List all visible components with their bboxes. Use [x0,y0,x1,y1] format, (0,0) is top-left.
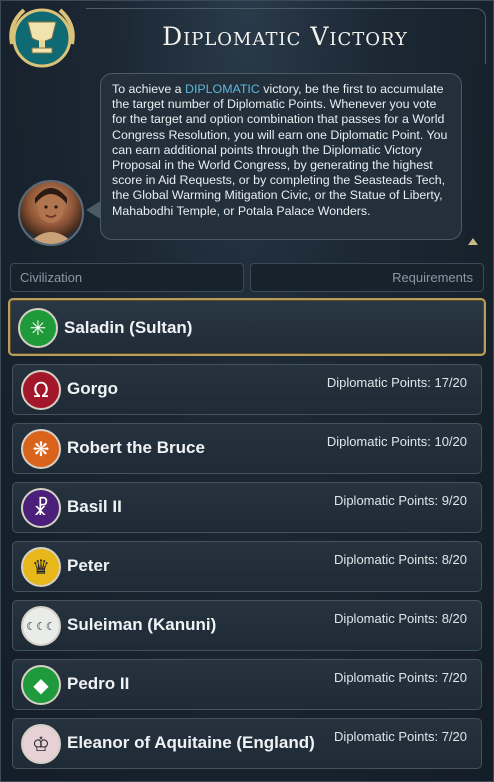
three-crescents-icon: ☾☾☾ [21,606,61,646]
leader-name: Robert the Bruce [67,438,205,457]
diplomatic-points: Diplomatic Points: 7/20 [334,729,467,744]
leader-name: Suleiman (Kanuni) [67,615,217,634]
description-text-rest: victory, be the first to accumulate the … [112,82,448,218]
double-eagle-icon: ♛ [21,547,61,587]
diplomatic-points: Diplomatic Points: 7/20 [334,670,467,685]
civilization-row[interactable]: ◆ Pedro II Diplomatic Points: 7/20 [12,659,482,710]
chi-rho-icon: ☧ [21,488,61,528]
column-header-requirements[interactable]: Requirements [250,263,484,292]
scroll-up-arrow-icon[interactable] [468,238,478,245]
brazil-flag-icon: ◆ [21,665,61,705]
leader-name: Eleanor of Aquitaine (England) [67,733,315,752]
civilization-row[interactable]: ♛ Peter Diplomatic Points: 8/20 [12,541,482,592]
leader-name: Saladin (Sultan) [64,318,193,337]
diplomatic-points: Diplomatic Points: 10/20 [326,434,467,449]
leader-name: Peter [67,556,110,575]
diplomatic-points: Diplomatic Points: 8/20 [334,552,467,567]
civilization-row[interactable]: ☧ Basil II Diplomatic Points: 9/20 [12,482,482,533]
laurel-trophy-icon [4,4,80,70]
leader-name: Pedro II [67,674,130,693]
leader-name: Gorgo [67,379,118,398]
civilization-row-leading[interactable]: ✳ Saladin (Sultan) [8,298,486,356]
civilization-row[interactable]: ♔ Eleanor of Aquitaine (England) Diplomati… [12,718,482,769]
diplomatic-points: Diplomatic Points: 9/20 [334,493,467,508]
description-text: To achieve a [112,82,186,96]
palm-tree-icon: ✳ [18,308,58,348]
civilization-row[interactable]: ☾☾☾ Suleiman (Kanuni) Diplomatic Points: 8… [12,600,482,651]
saltire-icon: ❋ [21,429,61,469]
leader-portrait [18,180,84,246]
civilization-row[interactable]: Ω Gorgo Diplomatic Points: 17/20 [12,364,482,415]
lambda-shield-icon: Ω [21,370,61,410]
victory-description: To achieve a DIPLOMATIC victory, be the … [100,73,462,240]
description-keyword: DIPLOMATIC [185,82,260,96]
leader-name: Basil II [67,497,122,516]
civilization-row[interactable]: ❋ Robert the Bruce Diplomatic Points: 10/2… [12,423,482,474]
column-header-civilization[interactable]: Civilization [10,263,244,292]
page-title: Diplomatic Victory [162,22,408,51]
diplomatic-points: Diplomatic Points: 17/20 [326,375,467,390]
diplomatic-points: Diplomatic Points: 8/20 [334,611,467,626]
crown-icon: ♔ [21,724,61,764]
